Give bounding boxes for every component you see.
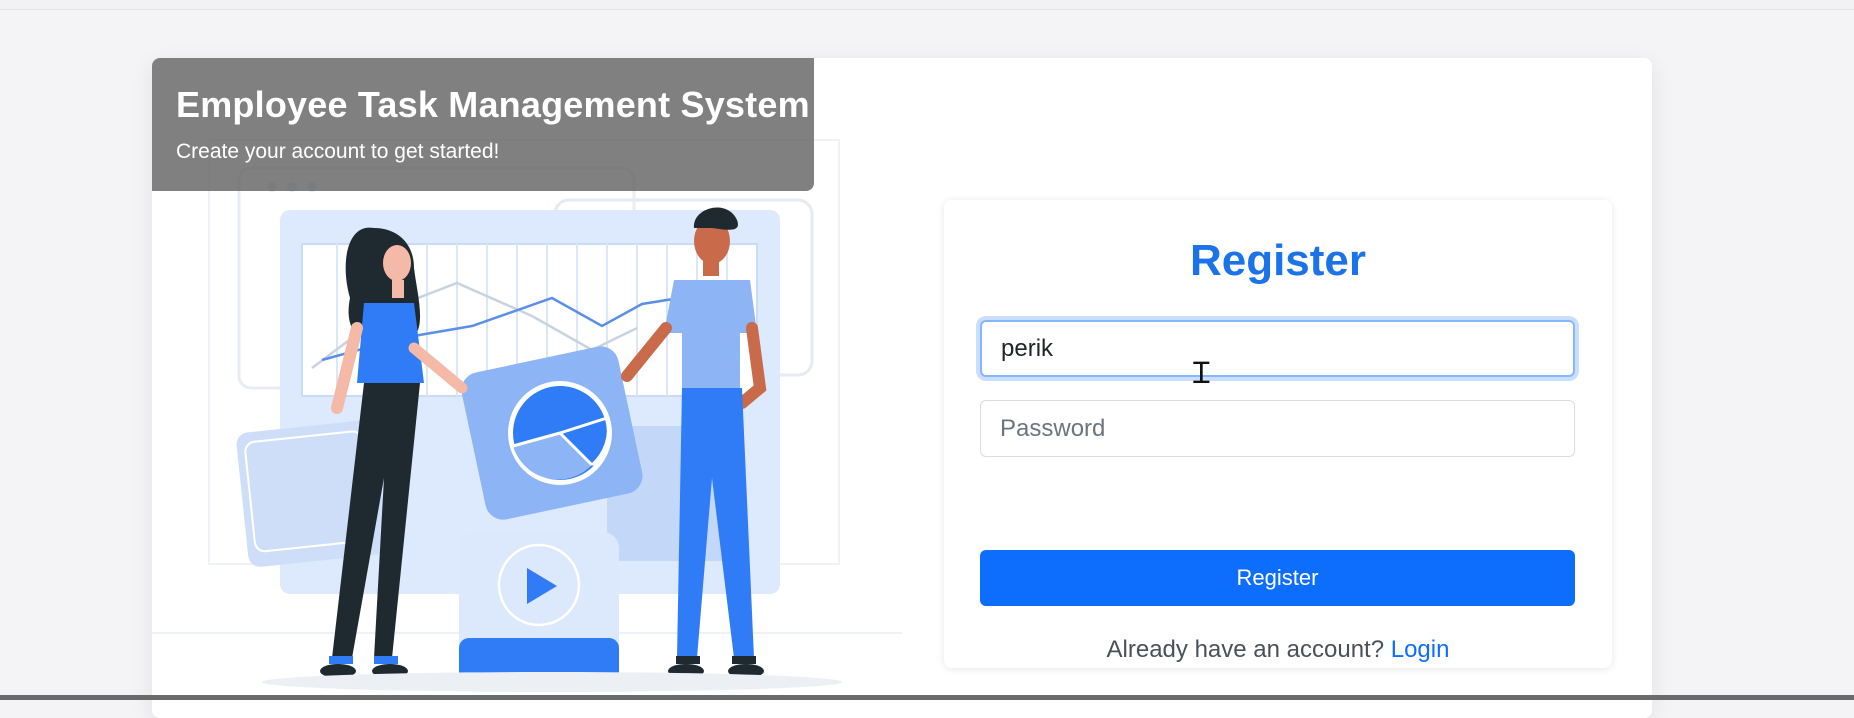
bottom-strip xyxy=(0,695,1854,700)
browser-top-strip xyxy=(0,0,1854,10)
play-icon xyxy=(459,532,619,682)
password-input[interactable] xyxy=(980,400,1575,457)
app-subtitle: Create your account to get started! xyxy=(176,140,500,163)
login-prompt: Already have an account? Login xyxy=(944,636,1612,664)
header-banner: Employee Task Management System Create y… xyxy=(152,58,814,191)
login-link[interactable]: Login xyxy=(1391,636,1450,663)
illustration: Employee Task Management System Create y… xyxy=(152,58,902,698)
register-card: Employee Task Management System Create y… xyxy=(152,58,1652,718)
register-button[interactable]: Register xyxy=(980,550,1575,606)
username-input[interactable] xyxy=(980,320,1575,377)
app-title: Employee Task Management System xyxy=(176,84,810,125)
text-cursor-icon: Ɪ xyxy=(1193,356,1210,391)
register-form: Register Register Already have an accoun… xyxy=(944,200,1612,668)
login-prompt-text: Already have an account? xyxy=(1106,636,1385,663)
form-title: Register xyxy=(1189,236,1367,285)
